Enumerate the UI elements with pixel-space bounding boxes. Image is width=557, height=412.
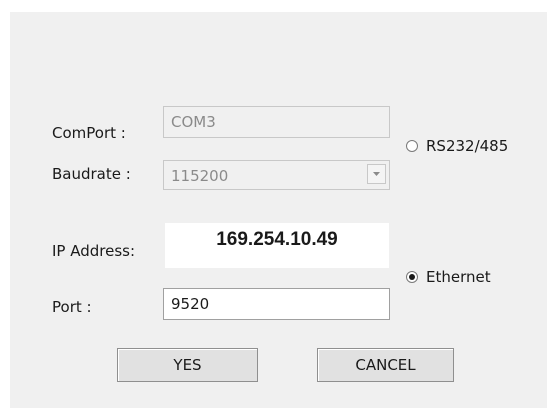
radio-rs232-485-button[interactable] [406,140,418,152]
cancel-button[interactable]: CANCEL [317,348,454,382]
baudrate-dropdown-button[interactable] [367,164,386,184]
ip-address-label: IP Address: [52,242,136,260]
radio-ethernet-label: Ethernet [426,268,491,286]
radio-rs232-485[interactable]: RS232/485 [406,137,508,155]
comport-field[interactable]: COM3 [163,106,390,138]
connection-dialog: ComPort : COM3 Baudrate : 115200 RS232/4… [10,12,547,408]
radio-ethernet-button[interactable] [406,271,418,283]
ip-address-field[interactable]: 169.254.10.49 [165,223,389,268]
port-field[interactable]: 9520 [163,288,390,320]
yes-button[interactable]: YES [117,348,258,382]
baudrate-selected-value: 115200 [171,167,229,185]
chevron-down-icon [373,172,380,176]
comport-label: ComPort : [52,124,126,142]
radio-ethernet[interactable]: Ethernet [406,268,491,286]
radio-rs232-485-label: RS232/485 [426,137,509,155]
baudrate-select[interactable]: 115200 [163,160,390,190]
port-label: Port : [52,298,92,316]
baudrate-label: Baudrate : [52,165,131,183]
